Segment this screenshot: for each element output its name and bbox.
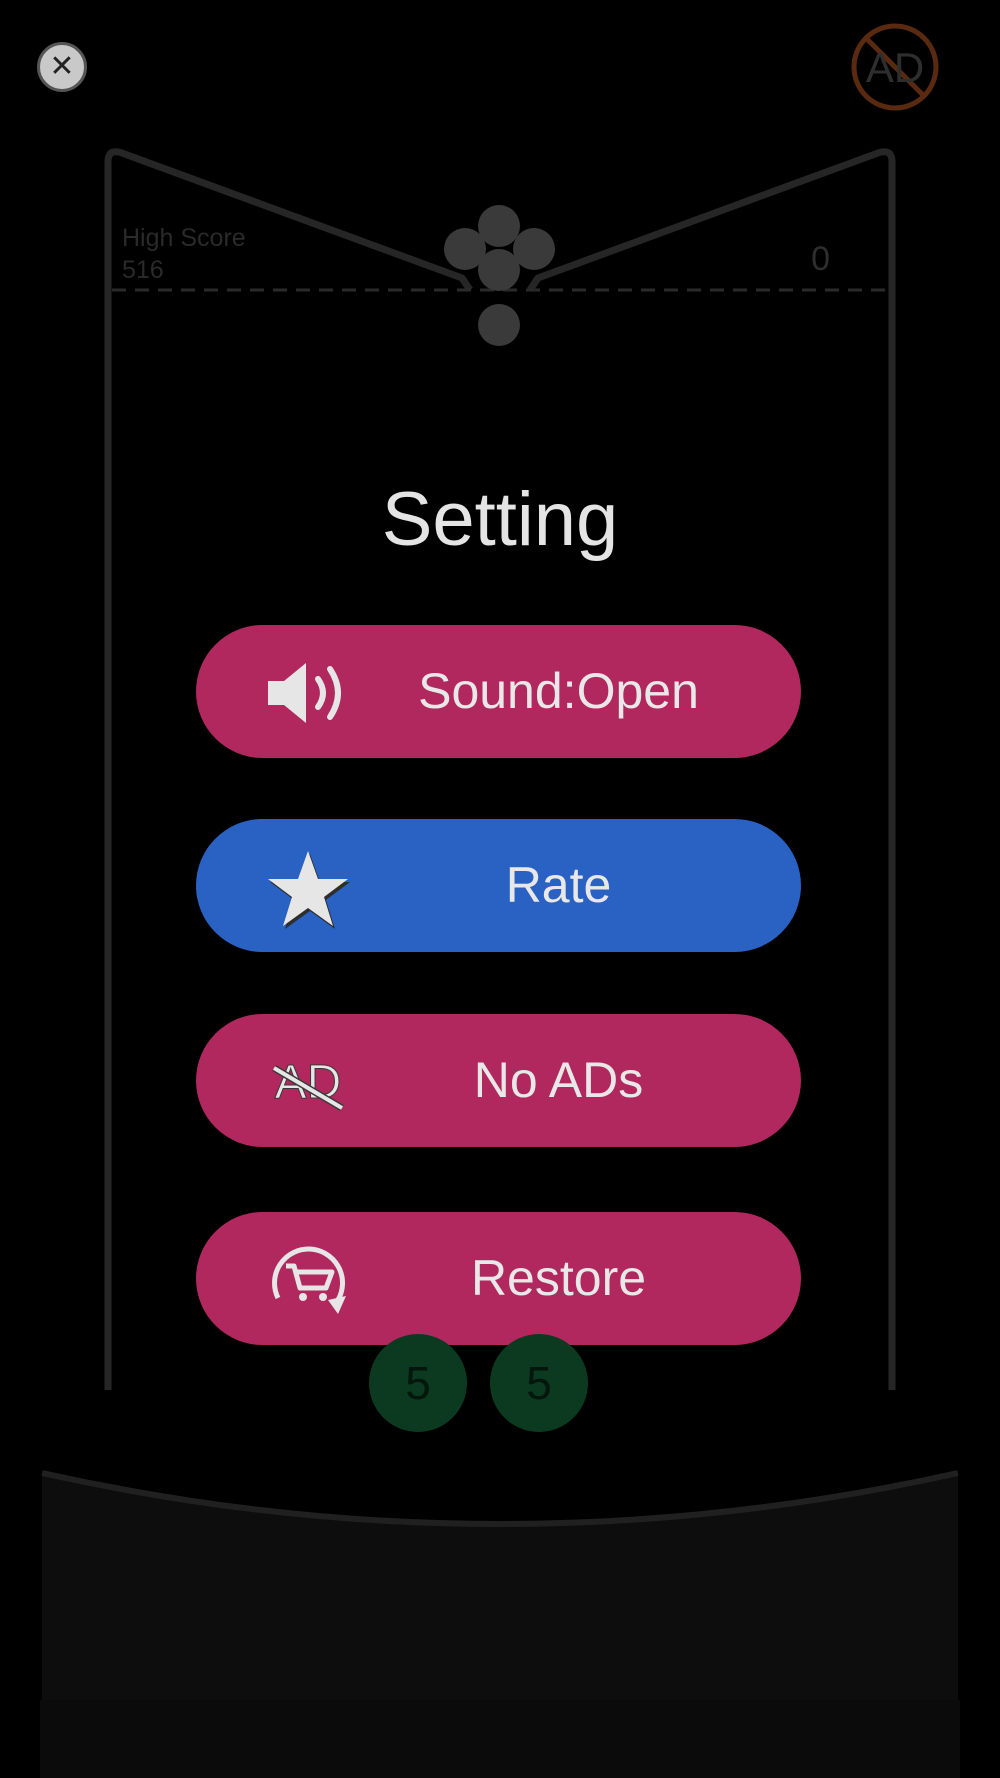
- rate-button[interactable]: Rate: [196, 819, 801, 952]
- settings-title: Setting: [381, 477, 619, 562]
- no-ads-icon: AD: [851, 23, 939, 111]
- no-ads-text: AD: [866, 44, 924, 91]
- restore-button-label: Restore: [470, 1250, 647, 1306]
- close-icon: ✕: [49, 50, 75, 83]
- high-score-label: High Score: [122, 224, 246, 252]
- number-ball: 5: [490, 1334, 588, 1432]
- sound-button-label: Sound:Open: [418, 663, 699, 719]
- close-button[interactable]: ✕: [37, 42, 87, 92]
- restore-button[interactable]: Restore: [196, 1212, 801, 1345]
- high-score-value: 516: [122, 256, 164, 284]
- sound-button[interactable]: Sound:Open: [196, 625, 801, 758]
- no-ads-button-label: No ADs: [473, 1052, 644, 1108]
- current-score: 0: [811, 240, 830, 278]
- number-ball: 5: [369, 1334, 467, 1432]
- game-screen: ✕ AD High Score 516 0 Setting Sound:Open…: [0, 0, 1000, 1778]
- no-ads-button[interactable]: AD No ADs: [196, 1014, 801, 1147]
- no-ads-top-button[interactable]: AD: [850, 22, 940, 112]
- rate-button-label: Rate: [505, 857, 612, 913]
